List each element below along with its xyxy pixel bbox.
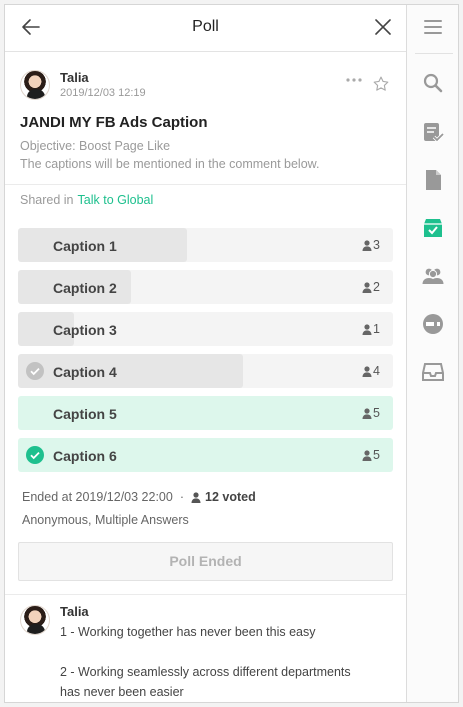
poll-option-count[interactable]: 2 [362,280,380,294]
poll-option[interactable]: Caption 2 2 [18,270,393,304]
panel-title: Poll [192,18,219,35]
poll-option-count[interactable]: 1 [362,322,380,336]
poll-option[interactable]: Caption 4 4 [18,354,393,388]
person-icon [362,365,372,377]
poll-settings: Anonymous, Multiple Answers [22,513,189,527]
vote-count: 5 [373,406,380,420]
right-sidebar [406,5,458,702]
comment-line: has never been easier [60,685,184,699]
person-icon [362,323,372,335]
poll-option-label: Caption 5 [53,406,117,422]
poll-status: Ended at 2019/12/03 22:00 · 12 voted [22,490,256,504]
comment-line: 2 - Working seamlessly across different … [60,665,351,679]
poll-option-count[interactable]: 3 [362,238,380,252]
poll-option-bar [18,354,243,388]
person-icon [362,407,372,419]
vote-count: 3 [373,238,380,252]
star-icon[interactable] [372,75,390,93]
comment-line: 1 - Working together has never been this… [60,625,316,639]
divider [5,184,406,185]
poll-option-count[interactable]: 5 [362,448,380,462]
poll-description-line1: Objective: Boost Page Like [20,139,171,153]
person-icon [362,449,372,461]
poll-title: JANDI MY FB Ads Caption [20,114,208,131]
shared-in-label: Shared in [20,193,74,207]
post-date: 2019/12/03 12:19 [60,87,146,99]
poll-option[interactable]: Caption 6 5 [18,438,393,472]
search-icon[interactable] [421,71,445,95]
vote-count: 4 [373,364,380,378]
poll-option[interactable]: Caption 3 1 [18,312,393,346]
separator: · [179,490,185,504]
sidebar-divider [415,53,453,54]
divider [5,594,406,595]
person-icon [362,281,372,293]
members-icon[interactable] [421,264,445,288]
shared-topic-link[interactable]: Talk to Global [78,193,154,207]
avatar[interactable] [20,70,50,100]
poll-option-label: Caption 6 [53,448,117,464]
menu-icon[interactable] [421,15,445,39]
poll-option-label: Caption 1 [53,238,117,254]
post-author[interactable]: Talia [60,70,89,85]
more-icon[interactable] [345,75,363,85]
voted-count[interactable]: 12 voted [205,490,256,504]
poll-description-line2: The captions will be mentioned in the co… [20,157,320,171]
check-circle-icon [26,362,44,380]
poll-option-label: Caption 4 [53,364,117,380]
poll-icon[interactable] [421,216,445,240]
vote-count: 1 [373,322,380,336]
todo-icon[interactable] [421,120,445,144]
check-circle-icon [26,446,44,464]
person-icon [362,239,372,251]
shared-in: Shared in Talk to Global [20,193,153,207]
poll-option-label: Caption 2 [53,280,117,296]
poll-option[interactable]: Caption 1 3 [18,228,393,262]
comment-author[interactable]: Talia [60,604,89,619]
poll-panel: Poll Talia 2019/12/03 12:19 JANDI MY FB … [4,4,459,703]
file-icon[interactable] [421,168,445,192]
connect-icon[interactable] [421,312,445,336]
close-icon[interactable] [371,15,395,39]
comment-avatar[interactable] [20,605,50,635]
vote-count: 2 [373,280,380,294]
ended-at-text: Ended at 2019/12/03 22:00 [22,490,173,504]
poll-option-count[interactable]: 5 [362,406,380,420]
vote-count: 5 [373,448,380,462]
poll-option[interactable]: Caption 5 5 [18,396,393,430]
person-icon [191,491,201,503]
poll-content: Talia 2019/12/03 12:19 JANDI MY FB Ads C… [5,53,406,702]
poll-option-count[interactable]: 4 [362,364,380,378]
panel-header: Poll [5,5,406,52]
poll-ended-button[interactable]: Poll Ended [18,542,393,581]
poll-option-label: Caption 3 [53,322,117,338]
inbox-icon[interactable] [421,360,445,384]
